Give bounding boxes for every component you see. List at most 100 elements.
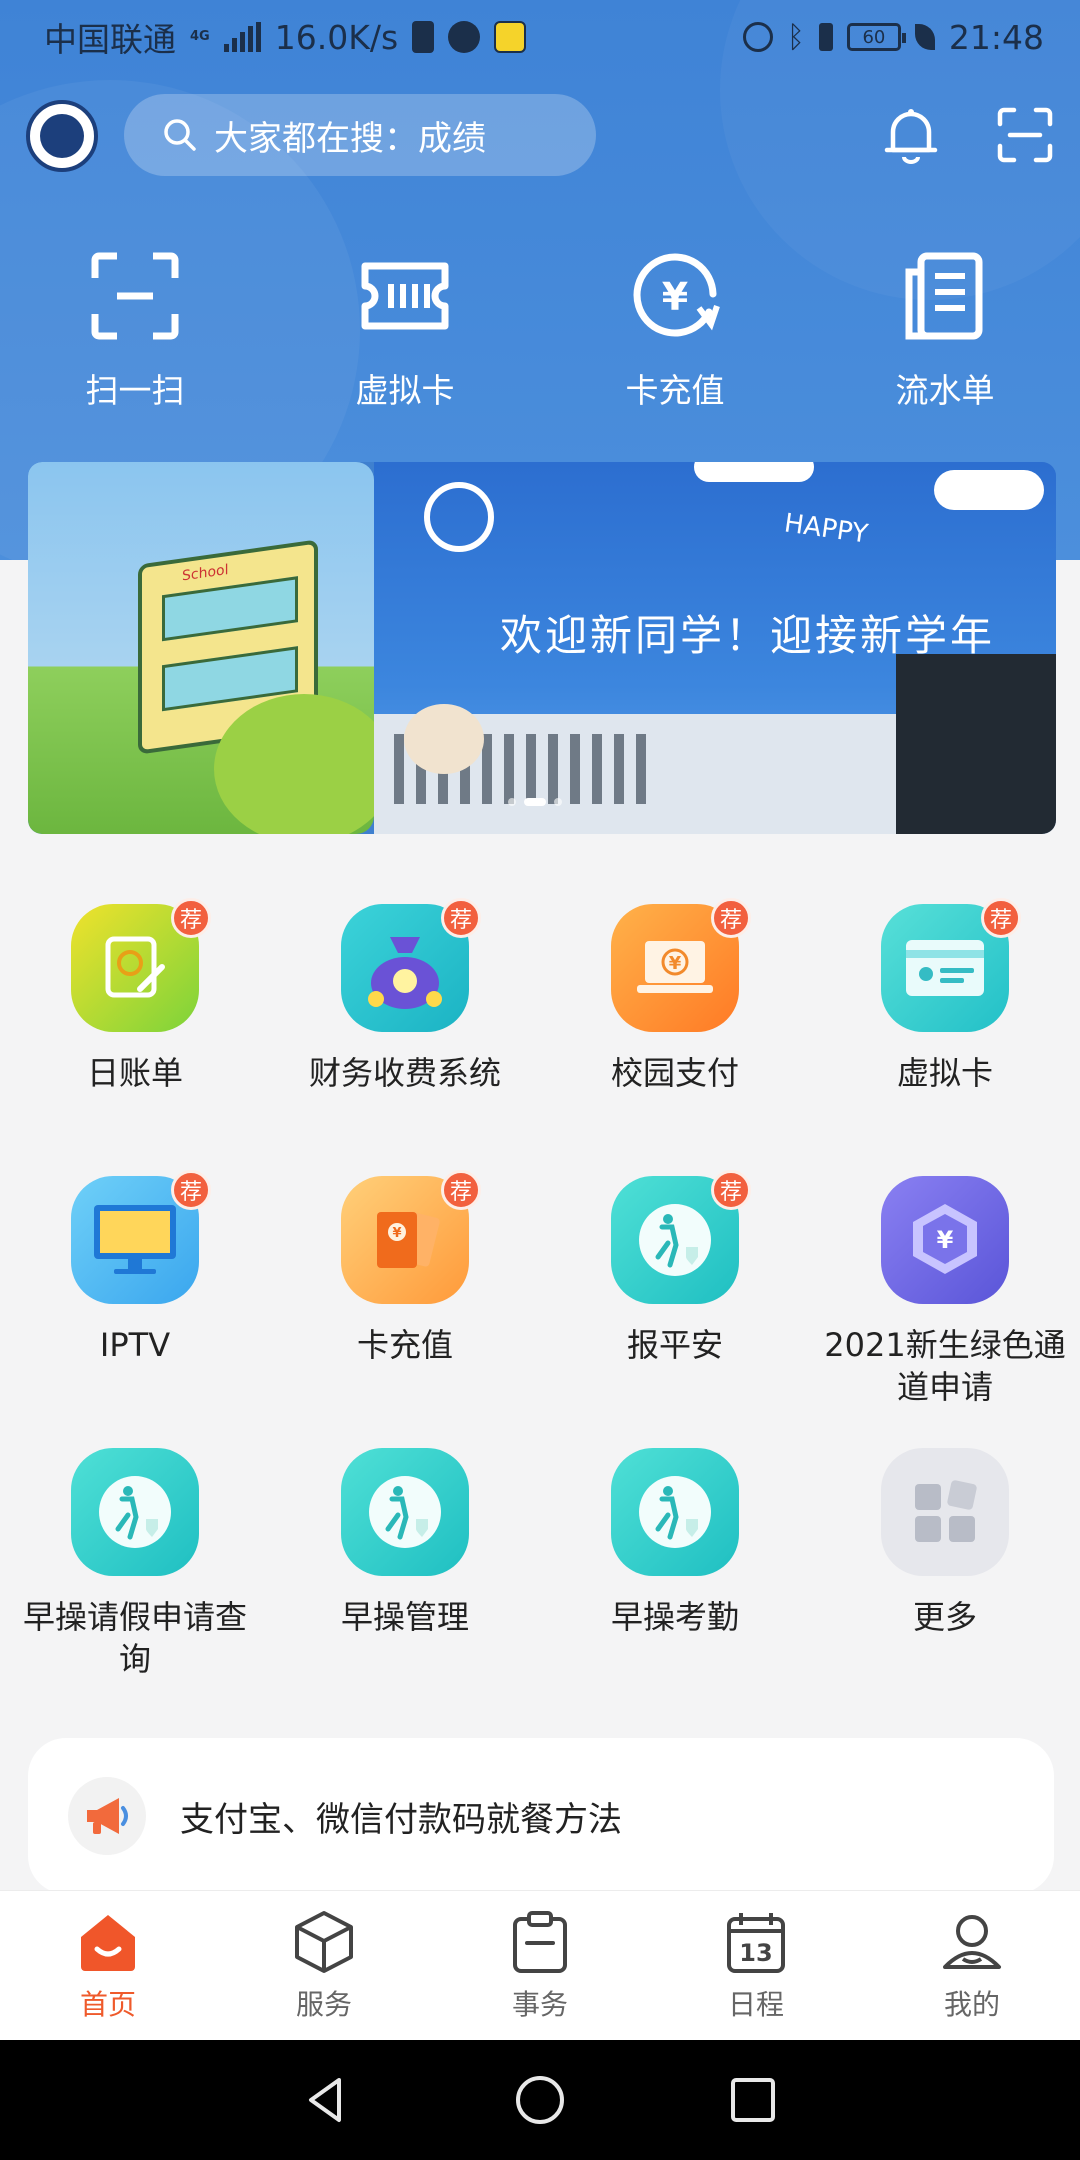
campus-pay-icon: ¥ 荐 — [611, 898, 751, 1032]
exercise-attendance-icon — [611, 1448, 739, 1576]
app-exercise-attendance[interactable]: 早操考勤 — [540, 1448, 810, 1638]
notice-text: 支付宝、微信付款码就餐方法 — [180, 1799, 622, 1840]
hourglass-icon — [412, 21, 435, 53]
tab-label: 首页 — [79, 1988, 136, 2021]
home-icon — [81, 1915, 135, 1971]
tab-label: 日程 — [727, 1988, 784, 2021]
svg-text:¥: ¥ — [392, 1226, 401, 1241]
card-recharge-icon: ¥ 荐 — [341, 1170, 481, 1304]
quick-action-virtual-card[interactable]: 虚拟卡 — [270, 250, 540, 420]
promo-banner[interactable]: School HAPPY 欢迎新同学！迎接新学年 — [28, 462, 1056, 834]
app-label: 财务收费系统 — [308, 1054, 501, 1092]
app-label: 虚拟卡 — [896, 1054, 993, 1092]
tv-icon: 荐 — [71, 1170, 211, 1304]
network-type: 4G — [190, 29, 210, 44]
school-illustration: School — [28, 462, 374, 834]
search-placeholder: 大家都在搜：成绩 — [214, 118, 486, 159]
banner-pagination — [508, 798, 562, 806]
app-exercise-manage[interactable]: 早操管理 — [270, 1448, 540, 1638]
banner-tag: HAPPY — [782, 508, 870, 550]
app-green-channel[interactable]: ¥ 2021新生绿色通道申请 — [810, 1176, 1080, 1408]
app-exercise-leave[interactable]: 早操请假申请查询 — [0, 1448, 270, 1680]
app-label: 更多 — [912, 1598, 977, 1636]
app-label: 早操考勤 — [610, 1598, 739, 1636]
quick-action-label: 虚拟卡 — [355, 371, 455, 410]
leaf-icon — [914, 24, 935, 50]
battery-icon: 60 — [846, 23, 906, 51]
tab-affairs[interactable]: 事务 — [432, 1891, 648, 2040]
rabbit-illustration — [404, 704, 484, 774]
tab-label: 服务 — [295, 1988, 352, 2021]
recommend-badge: 荐 — [441, 1170, 481, 1210]
green-channel-icon: ¥ — [881, 1176, 1009, 1304]
recents-icon[interactable] — [725, 2072, 781, 2128]
scan-code-icon[interactable] — [994, 104, 1056, 166]
notice-card[interactable]: 支付宝、微信付款码就餐方法 — [28, 1738, 1054, 1894]
app-label: 早操管理 — [340, 1598, 469, 1636]
app-card-recharge[interactable]: ¥ 荐 卡充值 — [270, 1170, 540, 1366]
recommend-badge: 荐 — [981, 898, 1021, 938]
tab-schedule[interactable]: 13 日程 — [648, 1891, 864, 2040]
recommend-badge: 荐 — [171, 898, 211, 938]
app-label: 校园支付 — [610, 1054, 739, 1092]
card-recharge-icon: ¥ — [633, 253, 720, 337]
quick-action-card-recharge[interactable]: ¥ 卡充值 — [540, 250, 810, 420]
notification-bell-icon[interactable] — [880, 104, 942, 166]
finance-fee-icon: 荐 — [341, 898, 481, 1032]
recommend-badge: 荐 — [441, 898, 481, 938]
app-label: 卡充值 — [356, 1326, 453, 1364]
quick-action-statement[interactable]: 流水单 — [810, 250, 1080, 420]
app-campus-pay[interactable]: ¥ 荐 校园支付 — [540, 898, 810, 1094]
exercise-manage-icon — [341, 1448, 469, 1576]
more-icon — [881, 1448, 1009, 1576]
clipboard-icon — [513, 1911, 567, 1973]
back-icon[interactable] — [299, 2072, 355, 2128]
person-icon — [943, 1915, 1001, 1969]
tab-profile[interactable]: 我的 — [864, 1891, 1080, 2040]
virtual-card-icon — [361, 262, 449, 330]
network-speed: 16.0K/s — [274, 17, 399, 57]
tab-home[interactable]: 首页 — [0, 1891, 216, 2040]
bottom-tab-bar: 首页 服务 事务 13 日程 我的 — [0, 1890, 1080, 2040]
globe-icon — [448, 21, 481, 53]
app-safety-report[interactable]: 荐 报平安 — [540, 1170, 810, 1366]
megaphone-icon — [68, 1777, 146, 1855]
svg-text:¥: ¥ — [662, 275, 688, 319]
app-iptv[interactable]: 荐 IPTV — [0, 1170, 270, 1366]
app-label: 2021新生绿色通道申请 — [824, 1326, 1066, 1406]
home-circle-icon[interactable] — [512, 2072, 568, 2128]
sun-icon — [424, 482, 494, 552]
search-bar[interactable]: 大家都在搜：成绩 — [124, 94, 596, 176]
app-notification-icon — [494, 21, 527, 53]
quick-action-label: 扫一扫 — [85, 371, 185, 410]
daily-bill-icon: 荐 — [71, 898, 211, 1032]
vibrate-icon — [818, 23, 833, 51]
quick-action-label: 卡充值 — [625, 371, 725, 410]
app-label: IPTV — [99, 1326, 171, 1364]
recommend-badge: 荐 — [711, 898, 751, 938]
quick-actions: 扫一扫 虚拟卡 ¥ 卡充值 流水单 — [0, 250, 1080, 420]
app-label: 早操请假申请查询 — [22, 1598, 247, 1678]
svg-text:13: 13 — [739, 1939, 772, 1967]
app-more[interactable]: 更多 — [810, 1448, 1080, 1638]
app-daily-bill[interactable]: 荐 日账单 — [0, 898, 270, 1094]
tab-services[interactable]: 服务 — [216, 1891, 432, 2040]
app-virtual-card[interactable]: 荐 虚拟卡 — [810, 898, 1080, 1094]
building-sign: School — [182, 561, 229, 585]
calendar-icon: 13 — [727, 1913, 785, 1973]
scan-icon — [91, 252, 179, 340]
recommend-badge: 荐 — [171, 1170, 211, 1210]
app-label: 报平安 — [626, 1326, 723, 1364]
campus-photo: HAPPY 欢迎新同学！迎接新学年 — [374, 462, 1056, 834]
svg-text:¥: ¥ — [937, 1226, 954, 1254]
app-label: 日账单 — [86, 1054, 183, 1092]
recommend-badge: 荐 — [711, 1170, 751, 1210]
exercise-leave-icon — [71, 1448, 199, 1576]
tab-label: 事务 — [511, 1988, 568, 2021]
clock-time: 21:48 — [948, 17, 1044, 57]
app-finance-fee[interactable]: 荐 财务收费系统 — [270, 898, 540, 1094]
school-logo[interactable] — [26, 100, 98, 172]
svg-text:¥: ¥ — [669, 953, 682, 974]
bluetooth-icon: ᛒ — [786, 19, 805, 55]
quick-action-scan[interactable]: 扫一扫 — [0, 250, 270, 420]
